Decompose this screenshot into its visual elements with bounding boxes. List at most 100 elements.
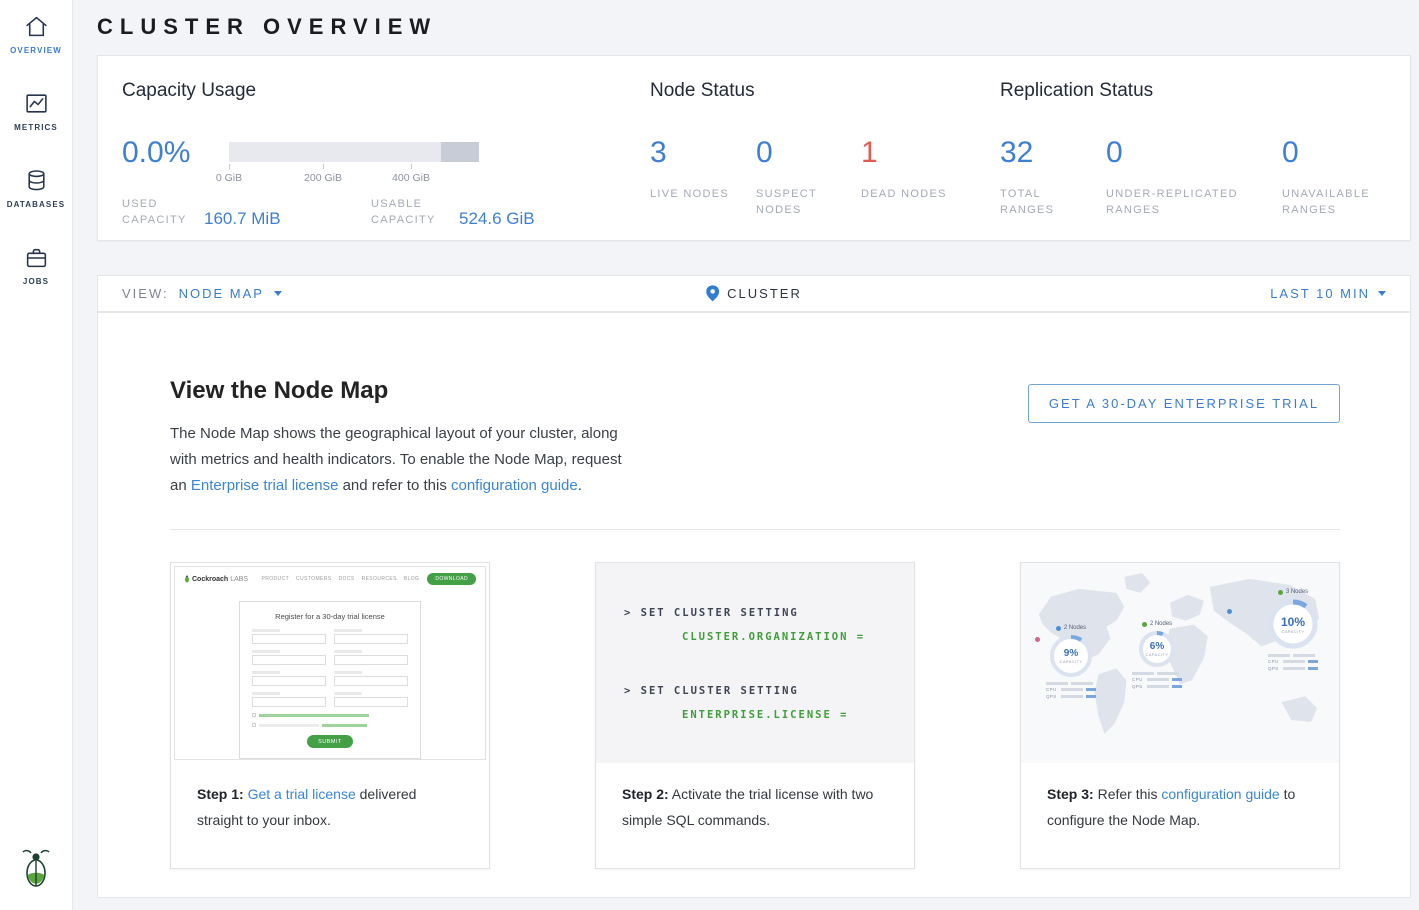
locality-badge: 2 Nodes 9% CAPACITY CPU [1039,625,1103,699]
brand-name: Cockroach [192,576,228,583]
suspect-nodes-label: SUSPECT NODES [756,186,846,218]
sidebar-item-overview[interactable]: OVERVIEW [0,14,72,55]
sidebar: OVERVIEW METRICS DATABASES JOBS [0,0,73,910]
used-capacity-stat: USED CAPACITY 160.7 MiB [122,196,281,228]
node-map-preview: 2 Nodes 9% CAPACITY CPU [1021,563,1339,763]
sidebar-item-metrics[interactable]: METRICS [0,91,72,132]
suspect-nodes-stat: 0 SUSPECT NODES [756,136,846,218]
divider [170,529,1340,530]
time-range-selector[interactable]: LAST 10 MIN [1270,286,1386,301]
node-map-panel: View the Node Map The Node Map shows the… [97,312,1411,898]
nav-item: BLOG [404,576,420,582]
dead-nodes-label: DEAD NODES [861,186,951,202]
live-nodes-label: LIVE NODES [650,186,740,202]
node-count: 3 Nodes [1286,589,1308,595]
caption-text: Refer this [1094,786,1162,802]
node-count: 2 Nodes [1064,625,1086,631]
step-2-card: > SET CLUSTER SETTING CLUSTER.ORGANIZATI… [595,562,915,869]
axis-tick-label: 400 GiB [392,172,430,184]
sidebar-item-label: JOBS [23,277,49,286]
brand-suffix: LABS [230,576,248,583]
capacity-label: CAPACITY [1282,629,1305,634]
node-count: 2 Nodes [1150,621,1172,627]
step-3-card: 2 Nodes 9% CAPACITY CPU [1020,562,1340,869]
dead-nodes-stat: 1 DEAD NODES [861,136,951,202]
capacity-bar-segment [441,142,479,162]
cluster-label: CLUSTER [727,286,802,301]
chevron-down-icon[interactable] [1378,291,1386,296]
bug-icon [184,575,190,583]
step-2-caption: Step 2: Activate the trial license with … [596,763,914,833]
step-label: Step 1: [197,786,244,802]
chevron-down-icon[interactable] [274,291,282,296]
unavailable-ranges-value: 0 [1282,136,1397,170]
step-3-caption: Step 3: Refer this configuration guide t… [1021,763,1339,833]
live-nodes-stat: 3 LIVE NODES [650,136,740,202]
step-label: Step 3: [1047,786,1094,802]
capacity-percent: 9% [1064,648,1078,659]
description-text: and refer to this [338,477,451,494]
unavailable-ranges-label: UNAVAILABLE RANGES [1282,186,1397,218]
sidebar-item-databases[interactable]: DATABASES [0,168,72,209]
capacity-percent: 6% [1150,641,1164,652]
code-prompt: > SET CLUSTER SETTING [596,679,914,703]
step-label: Step 2: [622,786,669,802]
cockroach-labs-brand: Cockroach LABS [184,575,248,583]
home-icon [24,14,49,39]
cluster-summary-card: Capacity Usage Node Status Replication S… [97,55,1411,241]
nav-item: DOCS [339,576,355,582]
enterprise-trial-license-link[interactable]: Enterprise trial license [191,477,339,494]
dead-nodes-value: 1 [861,136,951,170]
cluster-breadcrumb: CLUSTER [706,285,802,302]
mini-nav: PRODUCT CUSTOMERS DOCS RESOURCES BLOG [262,576,420,582]
sql-code-block: > SET CLUSTER SETTING CLUSTER.ORGANIZATI… [596,563,914,763]
step-1-caption: Step 1: Get a trial license delivered st… [171,763,489,833]
sidebar-item-label: DATABASES [7,200,66,209]
configuration-guide-link[interactable]: configuration guide [1161,786,1279,802]
used-capacity-percent: 0.0% [122,136,190,170]
axis-tick-label: 200 GiB [304,172,342,184]
sidebar-item-jobs[interactable]: JOBS [0,245,72,286]
page-title: CLUSTER OVERVIEW [97,14,437,40]
registration-screenshot: Cockroach LABS PRODUCT CUSTOMERS DOCS RE… [171,563,489,763]
enterprise-trial-button[interactable]: GET A 30-DAY ENTERPRISE TRIAL [1028,384,1340,423]
replication-status-heading: Replication Status [1000,80,1153,102]
unavailable-ranges-stat: 0 UNAVAILABLE RANGES [1282,136,1397,218]
view-value[interactable]: NODE MAP [179,286,264,301]
usable-capacity-stat: USABLE CAPACITY 524.6 GiB [371,196,535,228]
view-toolbar: VIEW: NODE MAP CLUSTER LAST 10 MIN [97,275,1411,312]
code-prompt: > SET CLUSTER SETTING [596,601,914,625]
capacity-percent: 10% [1281,615,1305,629]
download-button: DOWNLOAD [427,573,476,585]
total-ranges-stat: 32 TOTAL RANGES [1000,136,1095,218]
nav-item: PRODUCT [262,576,290,582]
step-1-card: Cockroach LABS PRODUCT CUSTOMERS DOCS RE… [170,562,490,869]
location-pin-icon [706,285,719,302]
used-capacity-label: USED CAPACITY [122,196,194,228]
configuration-guide-link[interactable]: configuration guide [451,477,578,494]
submit-button: SUBMIT [307,735,353,748]
get-trial-license-link[interactable]: Get a trial license [248,786,356,802]
description-text: . [578,477,582,494]
capacity-usage-heading: Capacity Usage [122,80,256,102]
node-dot [1227,609,1232,614]
trial-registration-form: Register for a 30-day trial license [239,601,421,759]
view-selector[interactable]: VIEW: NODE MAP [122,286,282,301]
cockroach-logo [21,849,51,894]
node-map-description: The Node Map shows the geographical layo… [170,421,638,499]
locality-badge: 3 Nodes 10% CAPACITY CPU [1257,589,1329,671]
time-range-value[interactable]: LAST 10 MIN [1270,286,1370,301]
node-status-heading: Node Status [650,80,755,102]
form-title: Register for a 30-day trial license [252,612,408,621]
total-ranges-label: TOTAL RANGES [1000,186,1095,218]
under-replicated-ranges-value: 0 [1106,136,1268,170]
jobs-icon [24,245,49,270]
metrics-icon [24,91,49,116]
main-area: CLUSTER OVERVIEW Capacity Usage Node Sta… [73,0,1419,910]
capacity-bar-chart: 0 GiB 200 GiB 400 GiB [229,142,479,162]
suspect-nodes-value: 0 [756,136,846,170]
capacity-bar-track [229,142,479,162]
used-capacity-value: 160.7 MiB [204,209,281,229]
capacity-label: CAPACITY [1060,659,1083,664]
under-replicated-ranges-label: UNDER-REPLICATED RANGES [1106,186,1268,218]
